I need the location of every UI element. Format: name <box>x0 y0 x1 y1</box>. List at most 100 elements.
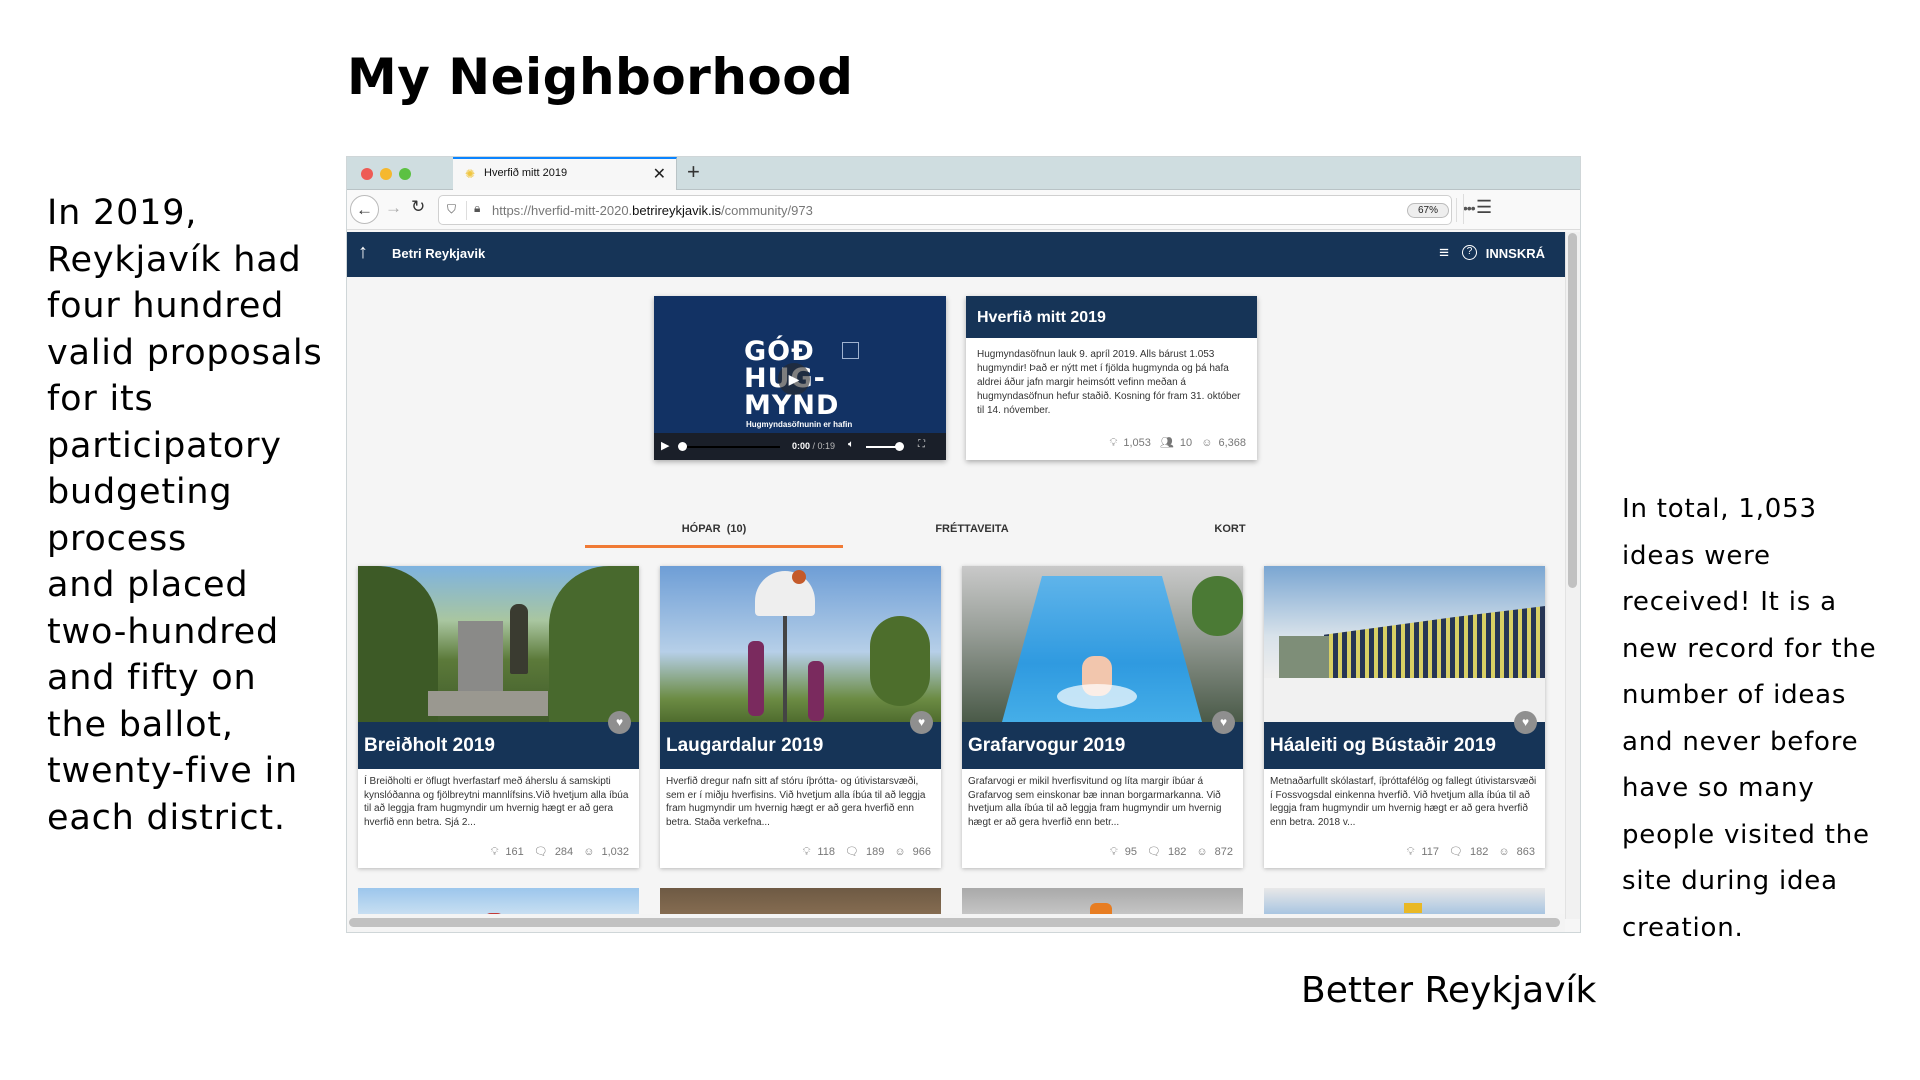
browser-toolbar: ← → ↻ ⛉ 🔒︎ https://hverfid-mitt-2020.bet… <box>347 190 1580 230</box>
comments-count: 182 <box>1469 846 1489 858</box>
user-face-icon: ☺ <box>583 846 595 858</box>
comment-icon: 🗨︎ <box>533 846 548 858</box>
content-tabs: HÓPAR (10) FRÉTTAVEITA KORT <box>585 518 1345 548</box>
volume-icon[interactable]: 🔈︎ <box>848 439 854 450</box>
video-controls: ▶ 0:00 / 0:19 🔈︎ ⛶ <box>654 433 946 460</box>
reload-button[interactable]: ↻ <box>411 197 425 217</box>
video-player[interactable]: GÓÐ HUG- MYND Hugmyndasöfnunin er hafin … <box>654 296 946 460</box>
divider <box>466 201 467 220</box>
city-seal-icon <box>842 342 859 359</box>
video-progress-bar[interactable] <box>680 446 780 448</box>
divider <box>1456 198 1457 222</box>
tab-title: Hverfið mitt 2019 <box>484 167 568 179</box>
slide-title: My Neighborhood <box>347 48 854 106</box>
tab-groups[interactable]: HÓPAR (10) <box>585 518 843 548</box>
groups-count: 10 <box>1179 437 1193 449</box>
card-stats: 💡︎ 95 🗨︎ 182 ☺ 872 <box>1103 845 1233 859</box>
browser-window: ✺ Hverfið mitt 2019 ✕ + ← → ↻ ⛉ 🔒︎ https… <box>347 157 1580 932</box>
video-time: 0:00 / 0:19 <box>792 441 836 451</box>
help-icon[interactable]: ? <box>1462 245 1477 260</box>
site-navbar: ↑ Betri Reykjavik ≡ ? INNSKRÁ <box>347 232 1565 277</box>
card-stats: 💡︎ 118 🗨︎ 189 ☺ 966 <box>796 845 931 859</box>
comments-count: 182 <box>1167 846 1187 858</box>
url-text[interactable]: https://hverfid-mitt-2020.betrireykjavik… <box>492 203 813 218</box>
users-count: 1,032 <box>601 846 629 858</box>
page-actions-icon[interactable]: ••• <box>1463 200 1476 216</box>
lock-icon[interactable]: 🔒︎ <box>474 201 480 216</box>
card-description: Hverfið dregur nafn sitt af stóru íþrótt… <box>666 776 926 828</box>
close-window-button[interactable] <box>361 168 373 180</box>
community-info-card: Hverfið mitt 2019 Hugmyndasöfnun lauk 9.… <box>966 296 1257 460</box>
tab-map[interactable]: KORT <box>1101 518 1359 548</box>
maximize-window-button[interactable] <box>399 168 411 180</box>
ideas-count: 161 <box>505 846 524 858</box>
address-bar[interactable]: ⛉ 🔒︎ https://hverfid-mitt-2020.betrireyk… <box>438 195 1476 225</box>
menu-icon[interactable]: ≡ <box>1439 243 1449 263</box>
site-brand[interactable]: Betri Reykjavik <box>392 246 485 261</box>
vertical-scroll-thumb[interactable] <box>1568 233 1577 588</box>
hamburger-menu-icon[interactable]: ☰ <box>1476 197 1492 218</box>
ideas-count: 95 <box>1124 846 1137 858</box>
new-tab-button[interactable]: + <box>687 159 700 185</box>
group-card-haaleiti-bustadir[interactable]: Háaleiti og Bústaðir 2019 ♥ Metnaðarfull… <box>1264 566 1545 868</box>
info-card-stats: 💡︎ 1,053 👥︎ 10 ☺ 6,368 <box>1104 436 1246 450</box>
users-count: 863 <box>1516 846 1535 858</box>
card-description: Metnaðarfullt skólastarf, íþróttafélög o… <box>1270 776 1537 828</box>
lightbulb-icon: 💡︎ <box>490 846 499 858</box>
shield-icon[interactable]: ⛉ <box>447 202 456 217</box>
heart-icon[interactable]: ♥ <box>608 711 631 734</box>
tab-bar: ✺ Hverfið mitt 2019 ✕ + <box>347 157 1580 191</box>
group-icon: 👥︎ <box>1159 437 1174 449</box>
login-button[interactable]: INNSKRÁ <box>1486 246 1545 261</box>
comment-icon: 🗨︎ <box>1147 846 1161 858</box>
close-tab-icon[interactable]: ✕ <box>653 164 666 184</box>
video-progress-knob[interactable] <box>678 442 687 451</box>
comment-icon: 🗨︎ <box>845 846 859 858</box>
fullscreen-icon[interactable]: ⛶ <box>918 439 925 450</box>
lightbulb-icon: 💡︎ <box>1109 437 1118 449</box>
user-face-icon: ☺ <box>1201 437 1213 449</box>
browser-tab[interactable]: ✺ Hverfið mitt 2019 ✕ <box>453 157 677 191</box>
ideas-count: 118 <box>817 846 835 858</box>
card-stats: 💡︎ 161 🗨︎ 284 ☺ 1,032 <box>484 845 629 859</box>
user-face-icon: ☺ <box>1498 846 1510 858</box>
heart-icon[interactable]: ♥ <box>1212 711 1235 734</box>
arrow-up-icon[interactable]: ↑ <box>358 241 368 264</box>
comments-count: 189 <box>865 846 885 858</box>
ideas-count: 1,053 <box>1123 437 1151 449</box>
card-image <box>962 566 1243 722</box>
comment-icon: 🗨︎ <box>1449 846 1463 858</box>
info-card-body: Hugmyndasöfnun lauk 9. apríl 2019. Alls … <box>977 349 1241 416</box>
volume-knob[interactable] <box>895 442 904 451</box>
card-image <box>1264 566 1545 722</box>
video-subtitle: Hugmyndasöfnunin er hafin <box>746 420 853 429</box>
tab-newsfeed[interactable]: FRÉTTAVEITA <box>843 518 1101 548</box>
page-viewport: ↑ Betri Reykjavik ≡ ? INNSKRÁ GÓÐ HUG- M… <box>347 232 1565 919</box>
play-icon[interactable]: ▶ <box>661 439 669 452</box>
card-description: Grafarvogi er mikil hverfisvitund og lít… <box>968 776 1222 828</box>
card-title: Breiðholt 2019 <box>358 722 639 769</box>
card-title: Háaleiti og Bústaðir 2019 <box>1264 722 1545 769</box>
card-title: Grafarvogur 2019 <box>962 722 1243 769</box>
group-card-laugardalur[interactable]: Laugardalur 2019 ♥ Hverfið dregur nafn s… <box>660 566 941 868</box>
back-button[interactable]: ← <box>350 195 379 224</box>
heart-icon[interactable]: ♥ <box>910 711 933 734</box>
lightbulb-icon: 💡︎ <box>802 846 811 858</box>
divider <box>1463 194 1464 224</box>
group-card-breidholt[interactable]: Breiðholt 2019 ♥ Í Breiðholti er öflugt … <box>358 566 639 868</box>
comments-count: 284 <box>554 846 574 858</box>
minimize-window-button[interactable] <box>380 168 392 180</box>
users-count: 966 <box>912 846 931 858</box>
card-stats: 💡︎ 117 🗨︎ 182 ☺ 863 <box>1400 845 1535 859</box>
zoom-level-badge[interactable]: 67% <box>1407 203 1449 218</box>
forward-button[interactable]: → <box>385 198 402 218</box>
users-count: 872 <box>1214 846 1233 858</box>
info-card-title: Hverfið mitt 2019 <box>966 296 1257 338</box>
play-overlay-icon[interactable]: ▶ <box>778 363 810 395</box>
users-count: 6,368 <box>1218 437 1246 449</box>
horizontal-scroll-thumb[interactable] <box>349 918 1560 927</box>
group-card-grafarvogur[interactable]: Grafarvogur 2019 ♥ Grafarvogi er mikil h… <box>962 566 1243 868</box>
lightbulb-icon: 💡︎ <box>1406 846 1415 858</box>
heart-icon[interactable]: ♥ <box>1514 711 1537 734</box>
card-image <box>660 566 941 722</box>
